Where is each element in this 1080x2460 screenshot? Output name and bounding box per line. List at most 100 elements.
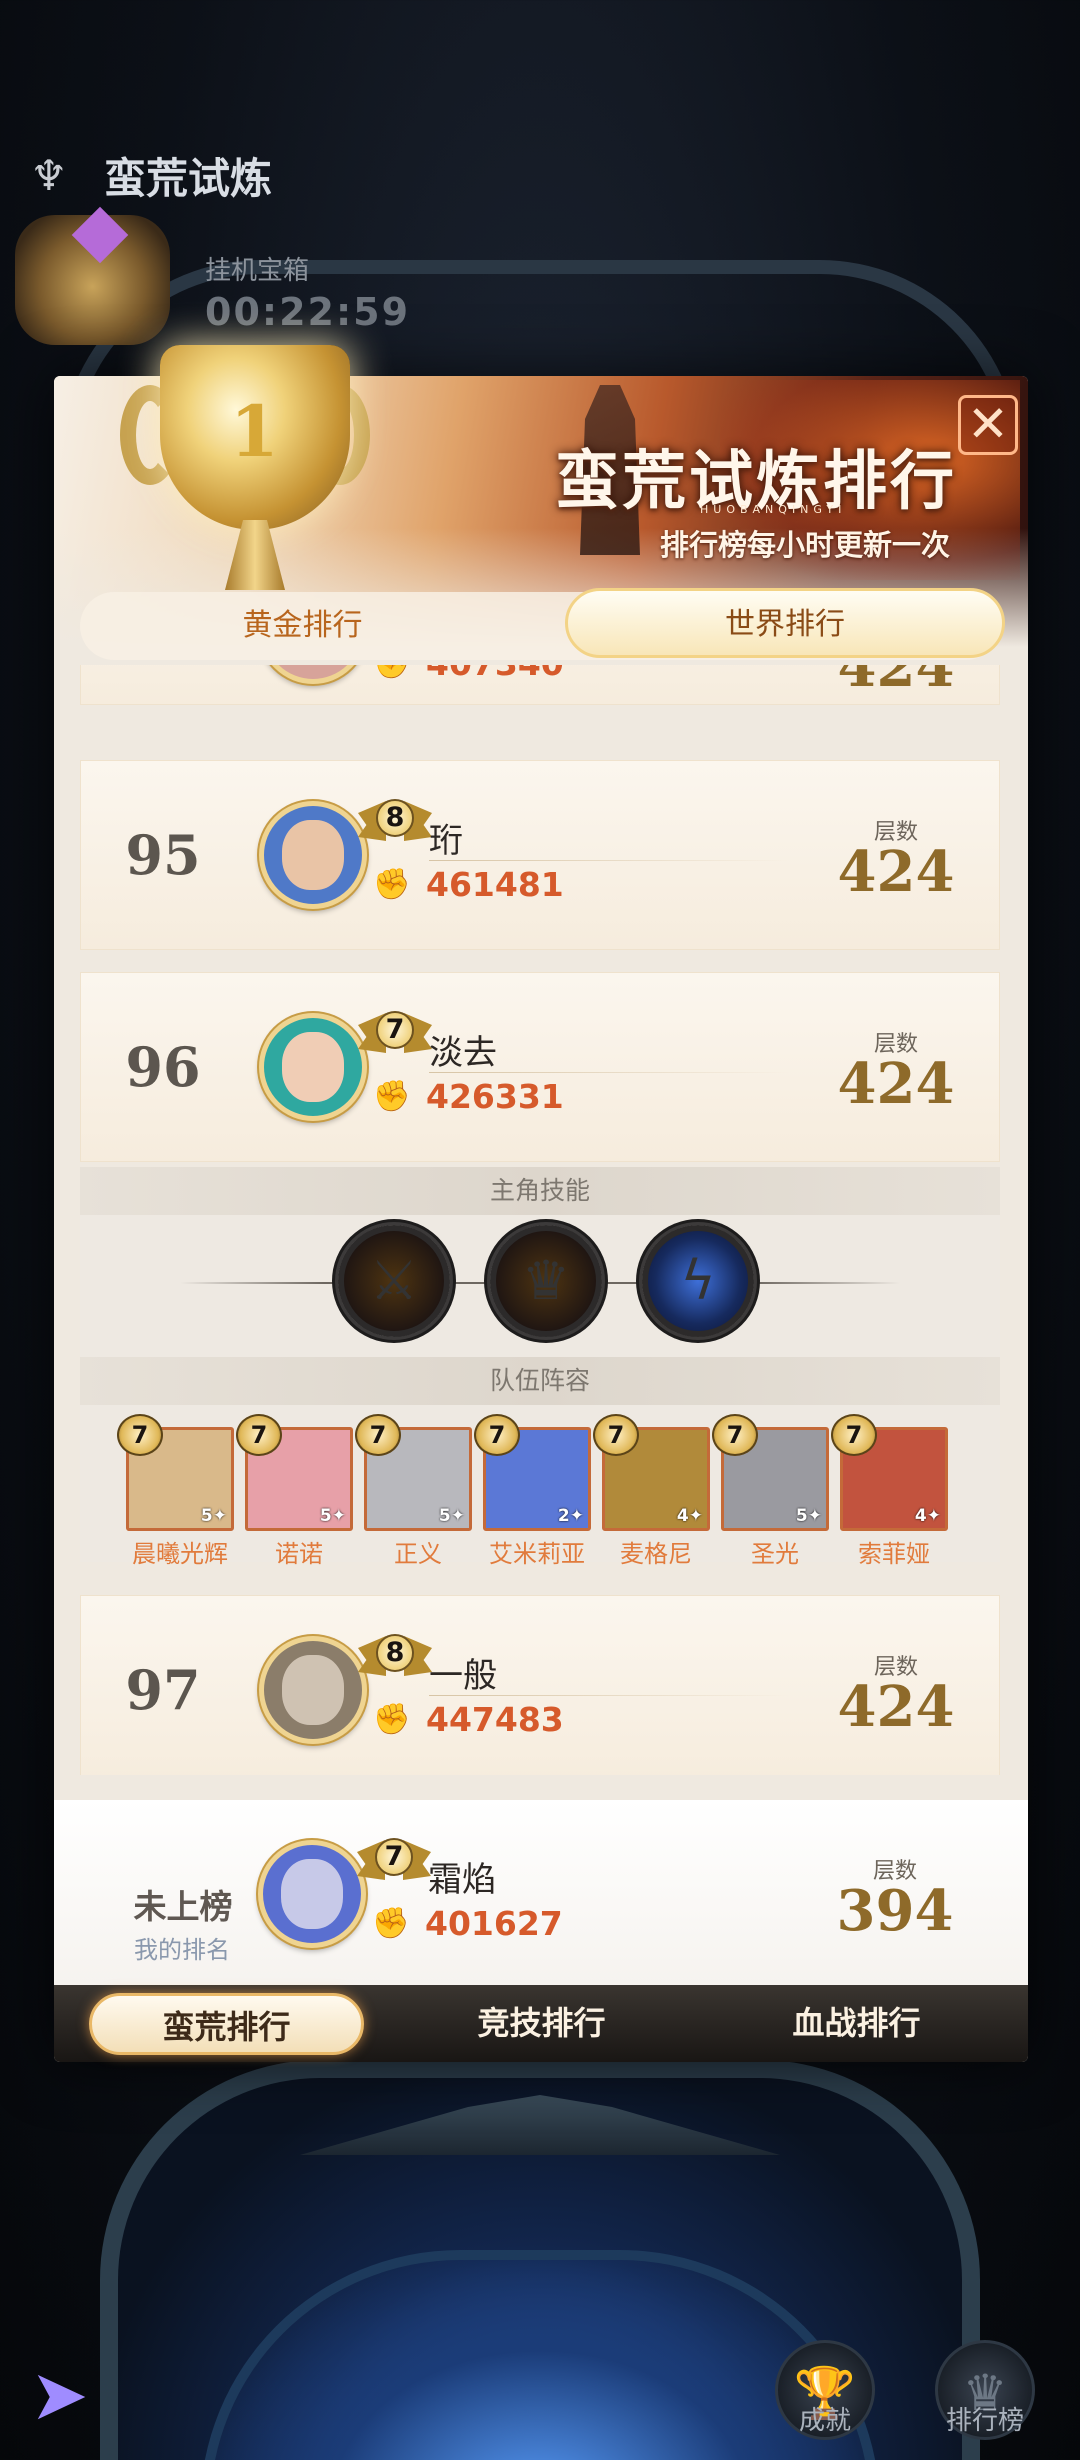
hud-title-bar: ♆ 蛮荒试炼 xyxy=(30,145,272,206)
player-name: 一般 xyxy=(429,1656,497,1696)
achievement-label: 成就 xyxy=(798,2406,851,2436)
rank-number: 97 xyxy=(125,1658,201,1722)
skill-crown-icon[interactable]: ♛ xyxy=(490,1225,602,1337)
power-fist-icon: ✊ xyxy=(373,1702,411,1737)
vip-level: 7 xyxy=(376,1011,414,1049)
name-divider xyxy=(429,1695,789,1696)
player-power: 461481 xyxy=(426,865,564,904)
power-fist-icon: ✊ xyxy=(373,867,411,902)
player-name: 淡去 xyxy=(429,1033,497,1073)
hero-name: 艾米莉亚 xyxy=(489,1540,585,1568)
back-arrow-icon[interactable]: ➤ xyxy=(30,2360,140,2430)
team-header: 队伍阵容 xyxy=(80,1357,1000,1405)
hero-card[interactable]: 7 5✦ xyxy=(236,1414,353,1531)
floor-value: 424 xyxy=(837,1674,955,1740)
hero-level-badge: 7 xyxy=(712,1414,758,1456)
ranking-type-tabs: 黄金排行 世界排行 xyxy=(80,588,1005,660)
tab-wild-ranking[interactable]: 蛮荒排行 xyxy=(89,1993,364,2055)
hero-level-badge: 7 xyxy=(593,1414,639,1456)
player-avatar xyxy=(259,1013,367,1121)
power-fist-icon: ✊ xyxy=(372,1906,410,1941)
skill-warrior-icon[interactable]: ⚔ xyxy=(338,1225,450,1337)
chest-timer: 00:22:59 xyxy=(205,290,411,334)
hero-stars: 5✦ xyxy=(200,1506,227,1526)
vip-badge: 7 xyxy=(357,1830,425,1892)
skill-lightning-icon[interactable]: ϟ xyxy=(642,1225,754,1337)
player-detail-panel: 主角技能 ⚔ ♛ ϟ 队伍阵容 7 5✦ 晨曦光辉 7 5✦ 诺诺 7 5✦ 正… xyxy=(80,1167,1000,1568)
hero-name: 圣光 xyxy=(751,1540,799,1568)
hero-name: 麦格尼 xyxy=(620,1540,692,1568)
close-button[interactable]: ✕ xyxy=(958,395,1018,455)
chest-label: 挂机宝箱 xyxy=(205,256,310,286)
mode-logo-icon: ♆ xyxy=(30,150,68,200)
rank-row-97[interactable]: 97 8 一般 ✊ 447483 层数 424 xyxy=(80,1595,1000,1775)
ranking-list[interactable]: ✊ 407340 424 95 8 珩 ✊ 461481 层数 424 96 7… xyxy=(80,665,1000,1775)
my-avatar xyxy=(258,1840,366,1948)
hero-level-badge: 7 xyxy=(355,1414,401,1456)
vip-badge: 7 xyxy=(358,1003,426,1065)
vip-level: 8 xyxy=(376,1634,414,1672)
player-name: 珩 xyxy=(429,821,463,861)
tab-world-ranking[interactable]: 世界排行 xyxy=(565,588,1005,658)
trophy-number: 1 xyxy=(230,390,279,473)
tab-arena-ranking[interactable]: 竞技排行 xyxy=(404,1985,679,2062)
my-floor-value: 394 xyxy=(836,1878,954,1944)
floor-value: 424 xyxy=(837,1051,955,1117)
power-fist-icon: ✊ xyxy=(373,665,410,682)
rank-number: 95 xyxy=(125,823,201,887)
player-avatar xyxy=(259,801,367,909)
hud-title: 蛮荒试炼 xyxy=(104,154,273,203)
hero-level-badge: 7 xyxy=(236,1414,282,1456)
avatar-face xyxy=(282,820,344,890)
tab-blood-battle-ranking[interactable]: 血战排行 xyxy=(719,1985,994,2062)
rank-row-96[interactable]: 96 7 淡去 ✊ 426331 层数 424 xyxy=(80,972,1000,1162)
hero-card[interactable]: 7 4✦ xyxy=(593,1414,710,1531)
avatar-face xyxy=(282,1032,344,1102)
hero-name: 索菲娅 xyxy=(858,1540,930,1568)
hero-stars: 4✦ xyxy=(914,1506,941,1526)
power-fist-icon: ✊ xyxy=(373,1079,411,1114)
rank-row-95[interactable]: 95 8 珩 ✊ 461481 层数 424 xyxy=(80,760,1000,950)
hero-stars: 4✦ xyxy=(676,1506,703,1526)
hero-card[interactable]: 7 4✦ xyxy=(831,1414,948,1531)
panel-subtitle-en: HUOBANQINGYI xyxy=(700,503,847,516)
hero-stars: 5✦ xyxy=(438,1506,465,1526)
hero-name: 正义 xyxy=(394,1540,442,1568)
floor-value: 424 xyxy=(837,665,955,700)
hero-card[interactable]: 7 5✦ xyxy=(117,1414,234,1531)
leaderboard-button[interactable]: ♛ 排行榜 xyxy=(930,2340,1040,2440)
tab-gold-ranking[interactable]: 黄金排行 xyxy=(80,592,525,660)
skills-header: 主角技能 xyxy=(80,1167,1000,1215)
panel-subtitle: 排行榜每小时更新一次 xyxy=(660,528,951,562)
my-power: 401627 xyxy=(425,1904,563,1943)
name-divider xyxy=(429,1072,789,1073)
my-rank-row: 未上榜 我的排名 7 霜焰 ✊ 401627 层数 394 xyxy=(54,1800,1028,1985)
achievement-button[interactable]: 🏆 成就 xyxy=(770,2340,880,2440)
hero-card[interactable]: 7 5✦ xyxy=(712,1414,829,1531)
avatar-face xyxy=(282,1655,344,1725)
vip-badge: 8 xyxy=(358,1626,426,1688)
leaderboard-category-tabs: 蛮荒排行 竞技排行 血战排行 xyxy=(54,1985,1028,2062)
rank-row-partial[interactable]: ✊ 407340 424 xyxy=(80,665,1000,705)
hero-card[interactable]: 7 5✦ xyxy=(355,1414,472,1531)
rank-number: 96 xyxy=(125,1035,201,1099)
hero-stars: 5✦ xyxy=(795,1506,822,1526)
my-rank-label: 我的排名 xyxy=(134,1936,230,1964)
hero-card[interactable]: 7 2✦ xyxy=(474,1414,591,1531)
my-name: 霜焰 xyxy=(428,1860,496,1900)
hero-level-badge: 7 xyxy=(474,1414,520,1456)
player-power: 407340 xyxy=(426,665,564,683)
vip-level: 8 xyxy=(376,799,414,837)
hero-level-badge: 7 xyxy=(117,1414,163,1456)
hero-stars: 2✦ xyxy=(557,1506,584,1526)
hero-name: 晨曦光辉 xyxy=(132,1540,228,1568)
avatar-face xyxy=(281,1859,343,1929)
vip-badge: 8 xyxy=(358,791,426,853)
hero-stars: 5✦ xyxy=(319,1506,346,1526)
leaderboard-label: 排行榜 xyxy=(945,2406,1024,2436)
player-avatar xyxy=(259,665,367,684)
hero-level-badge: 7 xyxy=(831,1414,877,1456)
hero-name: 诺诺 xyxy=(275,1540,323,1568)
my-rank-status: 未上榜 xyxy=(133,1887,233,1926)
close-icon: ✕ xyxy=(967,395,1009,453)
